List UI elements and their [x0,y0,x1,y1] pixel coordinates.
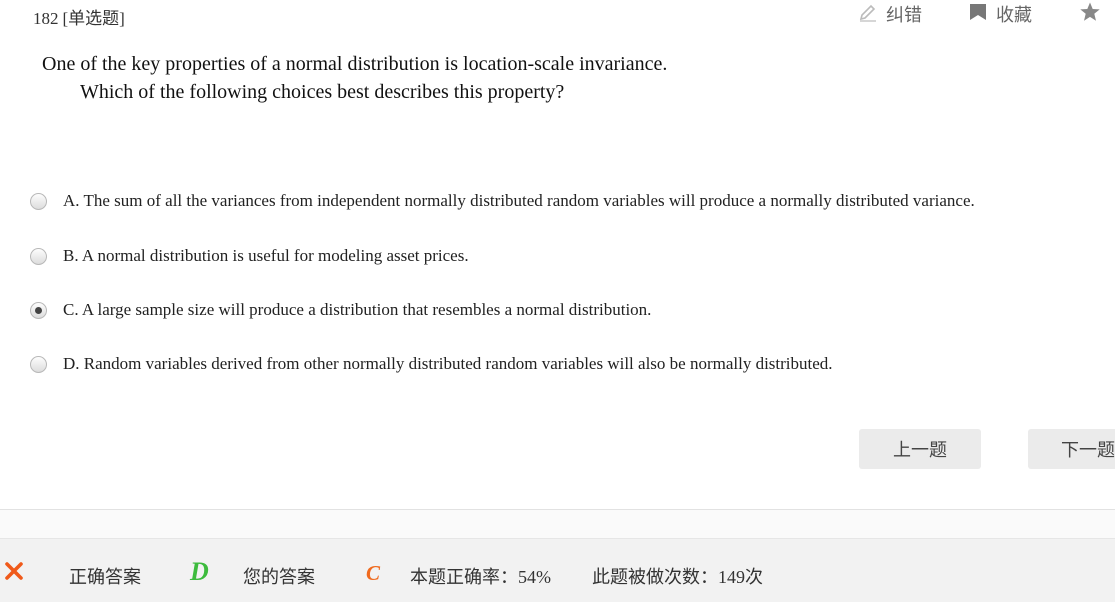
question-type-tag: [单选题] [62,9,125,28]
option-d[interactable]: D. Random variables derived from other n… [30,354,833,374]
correct-answer-label: 正确答案 [69,567,141,587]
wrong-x-icon [4,561,24,581]
favorite-button[interactable]: 收藏 [968,2,1032,26]
report-error-button[interactable]: 纠错 [858,2,922,26]
attempt-count: 此题被做次数：149次 [592,567,763,587]
report-error-label: 纠错 [886,5,922,25]
option-c[interactable]: C. A large sample size will produce a di… [30,300,651,320]
question-page: 182 [单选题] 纠错 收藏 One of the key properties… [0,0,1115,602]
option-c-text: C. A large sample size will produce a di… [63,300,652,319]
previous-question-button[interactable]: 上一题 [859,429,981,469]
accuracy-rate: 本题正确率：54% [410,567,551,587]
option-a-text: A. The sum of all the variances from ind… [63,191,975,210]
star-icon [1079,1,1101,28]
next-question-button[interactable]: 下一题 [1028,429,1115,469]
question-number: 182 [33,9,59,28]
correct-answer-value: D [190,557,209,586]
pencil-icon [858,2,878,27]
option-c-radio[interactable] [30,301,47,319]
option-a[interactable]: A. The sum of all the variances from ind… [30,191,975,211]
option-a-radio[interactable] [30,192,47,210]
question-header: 182 [单选题] [33,4,125,29]
star-button[interactable] [1079,2,1101,26]
option-b[interactable]: B. A normal distribution is useful for m… [30,246,469,266]
question-text: One of the key properties of a normal di… [42,50,667,106]
option-d-radio[interactable] [30,355,47,373]
bookmark-icon [968,2,988,27]
answer-result-bar: 正确答案 D 您的答案 C 本题正确率：54% 此题被做次数：149次 [0,538,1115,602]
option-b-text: B. A normal distribution is useful for m… [63,246,469,265]
your-answer-value: C [366,561,381,585]
favorite-label: 收藏 [996,5,1032,25]
question-line-1: One of the key properties of a normal di… [42,53,668,75]
option-d-text: D. Random variables derived from other n… [63,354,833,373]
your-answer-label: 您的答案 [243,567,315,587]
spacer-band [0,510,1115,538]
option-b-radio[interactable] [30,247,47,265]
question-line-2: Which of the following choices best desc… [80,81,565,103]
